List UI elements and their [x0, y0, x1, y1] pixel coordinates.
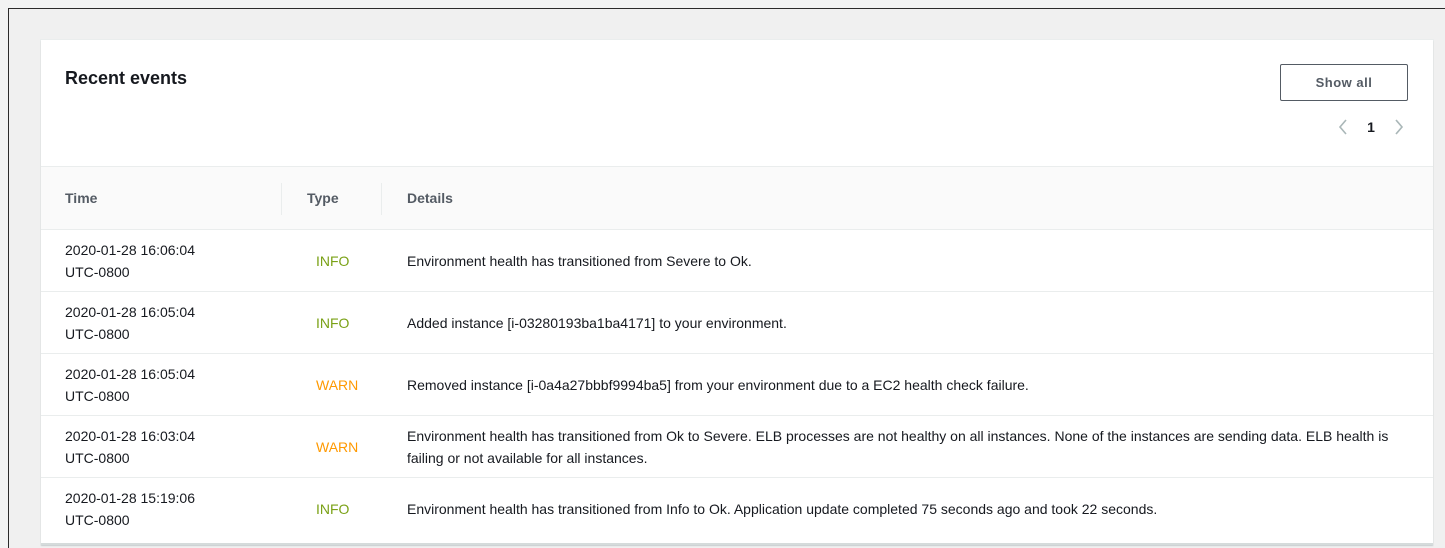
table-row: 2020-01-28 16:05:04 UTC-0800 INFO Added …: [41, 292, 1433, 354]
event-timestamp: 2020-01-28 16:05:04: [65, 365, 195, 382]
event-timestamp: 2020-01-28 16:03:04: [65, 427, 195, 444]
event-timezone: UTC-0800: [65, 387, 130, 404]
panel-header: Recent events Show all 1: [41, 40, 1433, 167]
event-type: INFO: [316, 252, 350, 269]
event-details: Removed instance [i-0a4a27bbbf9994ba5] f…: [407, 376, 1029, 393]
event-type: INFO: [316, 500, 350, 517]
event-details: Added instance [i-03280193ba1ba4171] to …: [407, 314, 787, 331]
table-header-row: Time Type Details: [41, 167, 1433, 230]
column-header-details[interactable]: Details: [407, 167, 453, 229]
next-page-button[interactable]: [1389, 115, 1409, 139]
event-details: Environment health has transitioned from…: [407, 500, 1158, 517]
event-timestamp: 2020-01-28 15:19:06: [65, 489, 195, 506]
chevron-right-icon: [1395, 119, 1404, 135]
column-header-type[interactable]: Type: [307, 167, 339, 229]
recent-events-panel: Recent events Show all 1 Time Type Detai…: [41, 40, 1433, 545]
event-time: 2020-01-28 16:05:04 UTC-0800: [65, 292, 265, 353]
event-timestamp: 2020-01-28 16:05:04: [65, 303, 195, 320]
event-type: INFO: [316, 314, 350, 331]
pagination: 1: [1333, 115, 1409, 139]
table-row: 2020-01-28 16:05:04 UTC-0800 WARN Remove…: [41, 354, 1433, 416]
show-all-button[interactable]: Show all: [1280, 64, 1408, 101]
event-details: Environment health has transitioned from…: [407, 427, 1389, 466]
table-row: 2020-01-28 15:19:06 UTC-0800 INFO Enviro…: [41, 478, 1433, 539]
column-divider[interactable]: [281, 183, 282, 215]
table-row: 2020-01-28 16:03:04 UTC-0800 WARN Enviro…: [41, 416, 1433, 478]
events-table: Time Type Details 2020-01-28 16:06:04 UT…: [41, 167, 1433, 539]
event-type: WARN: [316, 438, 359, 455]
window-frame: Recent events Show all 1 Time Type Detai…: [8, 8, 1445, 548]
column-header-time[interactable]: Time: [65, 167, 97, 229]
event-time: 2020-01-28 16:06:04 UTC-0800: [65, 230, 265, 291]
event-type: WARN: [316, 376, 359, 393]
event-timestamp: 2020-01-28 16:06:04: [65, 241, 195, 258]
event-time: 2020-01-28 16:05:04 UTC-0800: [65, 354, 265, 415]
event-time: 2020-01-28 15:19:06 UTC-0800: [65, 478, 265, 539]
chevron-left-icon: [1338, 119, 1347, 135]
table-row: 2020-01-28 16:06:04 UTC-0800 INFO Enviro…: [41, 230, 1433, 292]
current-page-number[interactable]: 1: [1353, 119, 1389, 135]
column-divider[interactable]: [381, 183, 382, 215]
panel-title: Recent events: [65, 68, 188, 88]
previous-page-button[interactable]: [1333, 115, 1353, 139]
event-timezone: UTC-0800: [65, 325, 130, 342]
event-time: 2020-01-28 16:03:04 UTC-0800: [65, 416, 265, 477]
event-timezone: UTC-0800: [65, 511, 130, 528]
event-details: Environment health has transitioned from…: [407, 252, 752, 269]
event-timezone: UTC-0800: [65, 449, 130, 466]
event-timezone: UTC-0800: [65, 263, 130, 280]
